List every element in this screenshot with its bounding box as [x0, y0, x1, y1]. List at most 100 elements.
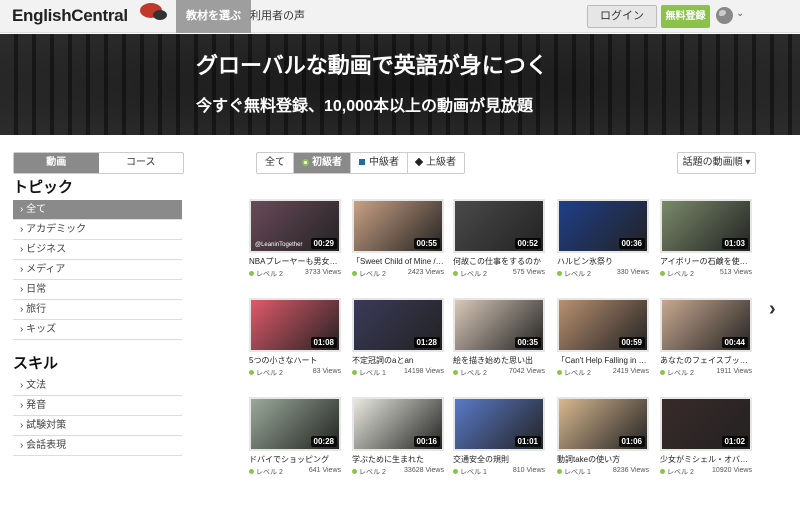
video-title[interactable]: ドバイでショッピング [249, 454, 341, 465]
video-card[interactable]: 00:59 「Can't Help Falling in Lo… レベル 2 2419… [557, 298, 649, 378]
video-card[interactable]: 00:28 ドバイでショッピング レベル 2 641 Views [249, 397, 341, 477]
video-card[interactable]: @LeaninTogether 00:29 NBAプレーヤーも男女平等… レベル 2 3… [249, 199, 341, 279]
logo-text: EnglishCentral [12, 6, 128, 25]
view-count: 14198 Views [404, 368, 444, 375]
video-thumbnail[interactable]: @LeaninTogether 00:29 [249, 199, 341, 253]
content-type-toggle: 動画 コース [13, 152, 184, 174]
sidebar-item-test-prep[interactable]: › 試験対策 [13, 416, 182, 436]
topics-heading: トピック [13, 179, 74, 196]
level-label: レベル 2 [249, 467, 283, 477]
video-title[interactable]: 学ぶために生まれた [352, 454, 444, 465]
sidebar-item-kids[interactable]: › キッズ [13, 320, 182, 340]
video-thumbnail[interactable]: 00:35 [453, 298, 545, 352]
sort-dropdown[interactable]: 話題の動画順 ▾ [677, 152, 756, 174]
video-card[interactable]: 01:06 動詞takeの使い方 レベル 1 8236 Views [557, 397, 649, 477]
video-title[interactable]: 不定冠詞のaとan [352, 355, 444, 366]
register-button[interactable]: 無料登録 [661, 5, 710, 28]
video-thumbnail[interactable]: 00:44 [660, 298, 752, 352]
filter-beginner[interactable]: 初級者 [293, 153, 350, 173]
level-label: レベル 1 [453, 467, 487, 477]
sidebar-item-all[interactable]: › 全て [13, 200, 182, 220]
video-title[interactable]: 5つの小さなハート [249, 355, 341, 366]
video-card[interactable]: 01:02 少女がミシェル・オバマ氏… レベル 2 10920 Views [660, 397, 752, 477]
view-count: 7042 Views [508, 368, 545, 375]
level-label: レベル 2 [352, 467, 386, 477]
toggle-courses[interactable]: コース [99, 153, 184, 173]
view-count: 575 Views [512, 269, 545, 276]
next-page-arrow-icon[interactable]: › [769, 298, 776, 321]
chevron-down-icon[interactable]: ⌄ [736, 8, 744, 19]
video-thumbnail[interactable]: 00:59 [557, 298, 649, 352]
video-thumbnail[interactable]: 00:52 [453, 199, 545, 253]
sidebar-item-travel[interactable]: › 旅行 [13, 300, 182, 320]
tab-user-voices[interactable]: 利用者の声 [240, 0, 315, 33]
level-label: レベル 1 [557, 467, 591, 477]
video-thumbnail[interactable]: 00:28 [249, 397, 341, 451]
sidebar-item-pronunciation[interactable]: › 発音 [13, 396, 182, 416]
duration-badge: 00:35 [514, 337, 541, 348]
video-title[interactable]: 動詞takeの使い方 [557, 454, 649, 465]
video-card[interactable]: 01:28 不定冠詞のaとan レベル 1 14198 Views [352, 298, 444, 378]
duration-badge: 01:02 [721, 436, 748, 447]
video-card[interactable]: 01:08 5つの小さなハート レベル 2 83 Views [249, 298, 341, 378]
video-thumbnail[interactable]: 00:36 [557, 199, 649, 253]
intermediate-square-icon [359, 159, 365, 165]
sidebar-item-business[interactable]: › ビジネス [13, 240, 182, 260]
duration-badge: 00:52 [514, 238, 541, 249]
video-title[interactable]: 「Sweet Child of Mine / ス… [352, 256, 444, 267]
globe-icon[interactable] [716, 7, 733, 24]
video-card[interactable]: 00:44 あなたのフェイスブック・… レベル 2 1911 Views [660, 298, 752, 378]
video-thumbnail[interactable]: 01:06 [557, 397, 649, 451]
view-count: 513 Views [719, 269, 752, 276]
filter-intermediate[interactable]: 中級者 [350, 153, 407, 173]
level-label: レベル 1 [352, 368, 386, 378]
duration-badge: 00:59 [618, 337, 645, 348]
filter-advanced[interactable]: 上級者 [407, 153, 464, 173]
video-title[interactable]: NBAプレーヤーも男女平等… [249, 256, 341, 267]
video-meta: レベル 1 8236 Views [557, 467, 649, 477]
video-thumbnail[interactable]: 01:28 [352, 298, 444, 352]
video-title[interactable]: 絵を描き始めた思い出 [453, 355, 545, 366]
video-thumbnail[interactable]: 01:08 [249, 298, 341, 352]
video-title[interactable]: 少女がミシェル・オバマ氏… [660, 454, 752, 465]
video-card[interactable]: 00:52 何故この仕事をするのか レベル 2 575 Views [453, 199, 545, 279]
duration-badge: 01:06 [618, 436, 645, 447]
sidebar-item-daily[interactable]: › 日常 [13, 280, 182, 300]
video-thumbnail[interactable]: 01:03 [660, 199, 752, 253]
view-count: 2419 Views [612, 368, 649, 375]
filter-all[interactable]: 全て [257, 153, 293, 173]
video-title[interactable]: 「Can't Help Falling in Lo… [557, 355, 649, 366]
sidebar-item-academic[interactable]: › アカデミック [13, 220, 182, 240]
video-card[interactable]: 00:35 絵を描き始めた思い出 レベル 2 7042 Views [453, 298, 545, 378]
logo[interactable]: EnglishCentral [12, 3, 167, 26]
view-count: 1911 Views [716, 368, 752, 375]
video-meta: レベル 2 83 Views [249, 368, 341, 378]
toggle-videos[interactable]: 動画 [14, 153, 99, 173]
sidebar-item-conversation[interactable]: › 会話表現 [13, 436, 182, 456]
video-title[interactable]: 交通安全の規則 [453, 454, 545, 465]
video-meta: レベル 2 2419 Views [557, 368, 649, 378]
level-label: レベル 2 [557, 269, 591, 279]
duration-badge: 00:44 [721, 337, 748, 348]
video-thumbnail[interactable]: 01:02 [660, 397, 752, 451]
video-title[interactable]: アイボリーの石鹸を使った… [660, 256, 752, 267]
video-meta: レベル 2 33628 Views [352, 467, 444, 477]
view-count: 641 Views [308, 467, 341, 474]
view-count: 33628 Views [404, 467, 444, 474]
video-card[interactable]: 00:36 ハルビン氷祭り レベル 2 330 Views [557, 199, 649, 279]
video-thumbnail[interactable]: 00:55 [352, 199, 444, 253]
video-thumbnail[interactable]: 00:16 [352, 397, 444, 451]
duration-badge: 01:01 [514, 436, 541, 447]
video-card[interactable]: 00:16 学ぶために生まれた レベル 2 33628 Views [352, 397, 444, 477]
login-button[interactable]: ログイン [587, 5, 657, 28]
video-title[interactable]: あなたのフェイスブック・… [660, 355, 752, 366]
video-title[interactable]: ハルビン氷祭り [557, 256, 649, 267]
video-title[interactable]: 何故この仕事をするのか [453, 256, 545, 267]
video-card[interactable]: 01:01 交通安全の規則 レベル 1 810 Views [453, 397, 545, 477]
video-card[interactable]: 01:03 アイボリーの石鹸を使った… レベル 2 513 Views [660, 199, 752, 279]
video-thumbnail[interactable]: 01:01 [453, 397, 545, 451]
sidebar-item-media[interactable]: › メディア [13, 260, 182, 280]
video-meta: レベル 1 14198 Views [352, 368, 444, 378]
video-card[interactable]: 00:55 「Sweet Child of Mine / ス… レベル 2 2423 … [352, 199, 444, 279]
sidebar-item-grammar[interactable]: › 文法 [13, 376, 182, 396]
